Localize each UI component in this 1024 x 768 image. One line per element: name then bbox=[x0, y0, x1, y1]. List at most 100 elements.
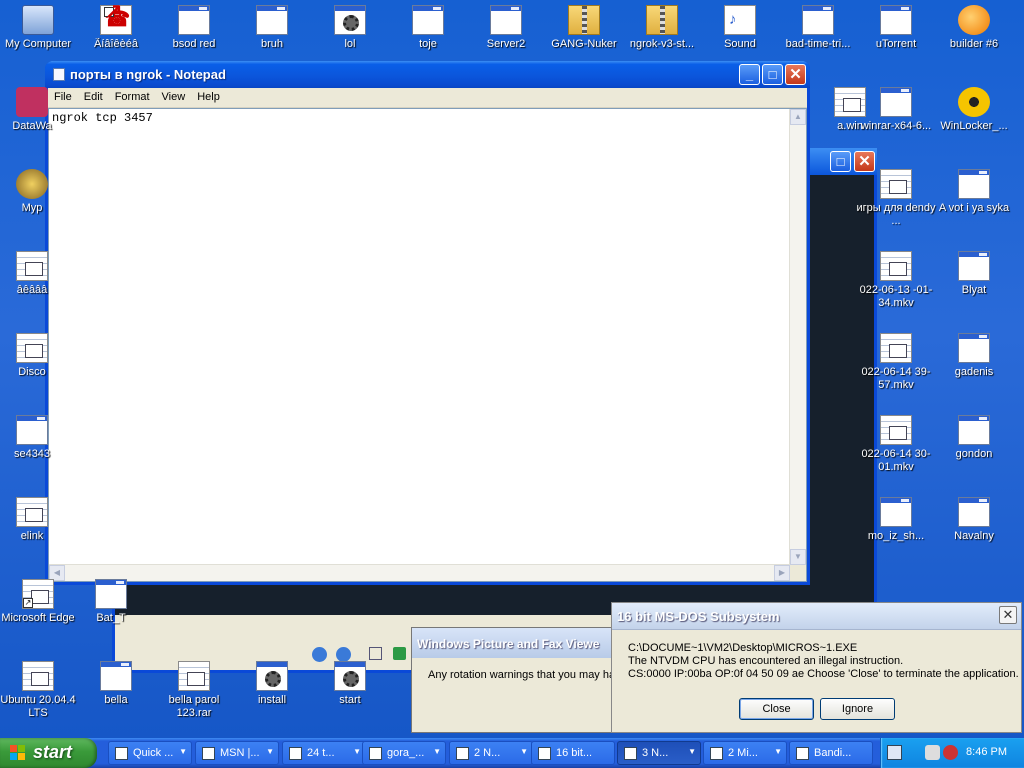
gear-application-icon bbox=[334, 661, 366, 691]
text-editor[interactable]: ngrok tcp 3457 ▲ ▼ ◀ ▶ bbox=[48, 108, 807, 582]
desktop-icon-top_row-8[interactable]: ngrok-v3-st... bbox=[623, 3, 701, 69]
desktop-icon-left_column-0[interactable]: DataWa bbox=[0, 85, 71, 151]
desktop-icon-label: se bbox=[1009, 38, 1024, 51]
clock[interactable]: 8:46 PM bbox=[966, 746, 1007, 758]
keyboard-icon[interactable] bbox=[887, 745, 902, 760]
menu-help[interactable]: Help bbox=[191, 88, 226, 103]
desktop-icon-right_column_b-1[interactable]: WinLocker_... bbox=[935, 85, 1013, 151]
desktop-icon-top_row-9[interactable]: ♪ Sound bbox=[701, 3, 779, 69]
msdos-error-dialog[interactable]: 16 bit MS-DOS Subsystem ✕ C:\DOCUME~1\VM… bbox=[611, 602, 1022, 733]
desktop[interactable]: My Computer ☎ ↗ Ãíâîêèéâ bsod red bruh lol toje… bbox=[0, 0, 1024, 738]
desktop-icon-label: WinLocker_... bbox=[940, 120, 1008, 132]
desktop-icon-label: lol bbox=[344, 38, 356, 50]
desktop-icon-top_row-1[interactable]: ☎ ↗ Ãíâîêèéâ bbox=[77, 1, 155, 69]
desktop-icon-left_column-2[interactable]: âêâââ bbox=[0, 249, 71, 315]
desktop-icon-top_row-0[interactable]: My Computer bbox=[0, 3, 77, 69]
menu-view[interactable]: View bbox=[156, 88, 192, 103]
desktop-icon-label: toje bbox=[419, 38, 437, 50]
windows-logo-icon bbox=[10, 745, 27, 761]
desktop-icon-right_column_b-6[interactable]: Navalny bbox=[935, 495, 1013, 561]
scroll-down-button[interactable]: ▼ bbox=[790, 549, 806, 565]
desktop-icon-label: uTorrent bbox=[875, 38, 917, 50]
desktop-icon-left_column-3[interactable]: Disco bbox=[0, 331, 71, 397]
desktop-icon-top_row-7[interactable]: GANG-Nuker bbox=[545, 3, 623, 69]
desktop-icon-top_row-2[interactable]: bsod red bbox=[155, 3, 233, 69]
application-icon bbox=[880, 87, 912, 117]
desktop-icon-right_column_b-5[interactable]: gondon bbox=[935, 413, 1013, 479]
start-button[interactable]: start bbox=[0, 738, 97, 768]
menu-format[interactable]: Format bbox=[109, 88, 156, 103]
taskbar-button-7[interactable]: 2 Mi... ▼ bbox=[703, 741, 787, 765]
desktop-icon-bottom_row-3[interactable]: install bbox=[233, 659, 311, 725]
desktop-icon-top_row-5[interactable]: toje bbox=[389, 3, 467, 69]
background-window-maximize-button[interactable]: □ bbox=[830, 151, 851, 172]
notepad-window[interactable]: порты в ngrok - Notepad _ □ ✕ File Edit Fo… bbox=[45, 61, 810, 585]
desktop-icon-right_column_a-2[interactable]: 022-06-13 -01-34.mkv bbox=[857, 249, 935, 315]
desktop-icon-left_column-7[interactable]: Bat_T bbox=[72, 577, 150, 643]
taskbar-button-label: 3 N... bbox=[642, 747, 669, 759]
desktop-icon-label: GANG-Nuker bbox=[551, 38, 617, 50]
desktop-icon-right_column_a-4[interactable]: 022-06-14 30-01.mkv bbox=[857, 413, 935, 479]
taskbar-button-6[interactable]: 3 N... ▼ bbox=[617, 741, 701, 765]
desktop-icon-bottom_row-1[interactable]: bella bbox=[77, 659, 155, 725]
desktop-icon-right_column_a-5[interactable]: mo_iz_sh... bbox=[857, 495, 935, 561]
resize-grip[interactable] bbox=[790, 565, 806, 581]
taskbar-button-8[interactable]: Bandi... bbox=[789, 741, 873, 765]
desktop-icon-left_column-5[interactable]: elink bbox=[0, 495, 71, 561]
application-icon bbox=[178, 5, 210, 35]
dialog-title: 16 bit MS-DOS Subsystem bbox=[617, 609, 780, 624]
zip-folder-icon bbox=[646, 5, 678, 35]
desktop-icon-left_column-6[interactable]: ↗ Microsoft Edge bbox=[0, 577, 77, 643]
desktop-icon-right_column_b-2[interactable]: A vot i ya syka bbox=[935, 167, 1013, 233]
desktop-icon-bottom_row-4[interactable]: start bbox=[311, 659, 389, 725]
taskbar-button-4[interactable]: 2 N... ▼ bbox=[449, 741, 533, 765]
desktop-icon-label: start bbox=[339, 694, 361, 706]
desktop-icon-right_column_b-0[interactable]: winrar-x64-6... bbox=[857, 85, 935, 151]
desktop-icon-top_row-10[interactable]: bad-time-tri... bbox=[779, 3, 857, 69]
taskbar-button-1[interactable]: MSN |... ▼ bbox=[195, 741, 279, 765]
taskbar-button-0[interactable]: Quick ... ▼ bbox=[108, 741, 192, 765]
close-button[interactable]: ✕ bbox=[785, 64, 806, 85]
menu-edit[interactable]: Edit bbox=[78, 88, 109, 103]
desktop-icon-right_column_a-3[interactable]: 022-06-14 39-57.mkv bbox=[857, 331, 935, 397]
maximize-button[interactable]: □ bbox=[762, 64, 783, 85]
desktop-icon-left_column-1[interactable]: Myp bbox=[0, 167, 71, 233]
desktop-icon-bottom_row-2[interactable]: bella parol 123.rar bbox=[155, 659, 233, 725]
desktop-icon-bottom_row-0[interactable]: Ubuntu 20.04.4 LTS bbox=[0, 659, 77, 725]
desktop-icon-label: Ubuntu 20.04.4 LTS bbox=[0, 694, 76, 719]
fax-viewer-titlebar[interactable]: Windows Picture and Fax Viewe bbox=[412, 628, 614, 658]
desktop-icon-top_row-12[interactable]: builder #6 bbox=[935, 3, 1013, 69]
desktop-icon-label: Navalny bbox=[954, 530, 994, 542]
horizontal-scrollbar[interactable]: ◀ ▶ bbox=[49, 564, 790, 581]
scroll-right-button[interactable]: ▶ bbox=[774, 565, 790, 581]
desktop-icon-top_row-13[interactable]: se bbox=[1013, 3, 1024, 69]
vertical-scrollbar[interactable]: ▲ ▼ bbox=[789, 109, 806, 565]
desktop-icon-right_column_b-3[interactable]: Blyat bbox=[935, 249, 1013, 315]
taskbar-button-label: gora_... bbox=[387, 747, 425, 759]
scroll-up-button[interactable]: ▲ bbox=[790, 109, 806, 125]
desktop-icon-top_row-6[interactable]: Server2 bbox=[467, 3, 545, 69]
desktop-icon-label: игры для dendy ... bbox=[856, 202, 936, 227]
gear-application-icon bbox=[334, 5, 366, 35]
desktop-icon-top_row-4[interactable]: lol bbox=[311, 3, 389, 69]
desktop-icon-right_column_b-4[interactable]: gadenis bbox=[935, 331, 1013, 397]
dialog-close-icon[interactable]: ✕ bbox=[999, 606, 1017, 624]
close-dialog-button[interactable]: Close bbox=[739, 698, 814, 720]
desktop-icon-left_column-4[interactable]: se4343 bbox=[0, 413, 71, 479]
desktop-icon-right_column_a-1[interactable]: игры для dendy ... bbox=[856, 167, 936, 233]
notepad-titlebar[interactable]: порты в ngrok - Notepad _ □ ✕ bbox=[45, 61, 810, 88]
application-icon bbox=[256, 5, 288, 35]
app-tray-icon[interactable] bbox=[925, 745, 940, 760]
taskbar-button-3[interactable]: gora_... ▼ bbox=[362, 741, 446, 765]
taskbar-button-5[interactable]: 16 bit... bbox=[531, 741, 615, 765]
desktop-icon-top_row-11[interactable]: uTorrent bbox=[857, 3, 935, 69]
window-icon bbox=[710, 747, 723, 760]
minimize-button[interactable]: _ bbox=[739, 64, 760, 85]
ignore-button[interactable]: Ignore bbox=[820, 698, 895, 720]
taskbar-button-2[interactable]: 24 t... ▼ bbox=[282, 741, 366, 765]
fax-viewer-dialog[interactable]: Windows Picture and Fax Viewe Any rotati… bbox=[411, 627, 615, 733]
network-tray-icon[interactable] bbox=[943, 745, 958, 760]
dialog-titlebar[interactable]: 16 bit MS-DOS Subsystem ✕ bbox=[612, 603, 1021, 630]
desktop-icon-label: 022-06-14 30-01.mkv bbox=[861, 448, 931, 473]
desktop-icon-top_row-3[interactable]: bruh bbox=[233, 3, 311, 69]
